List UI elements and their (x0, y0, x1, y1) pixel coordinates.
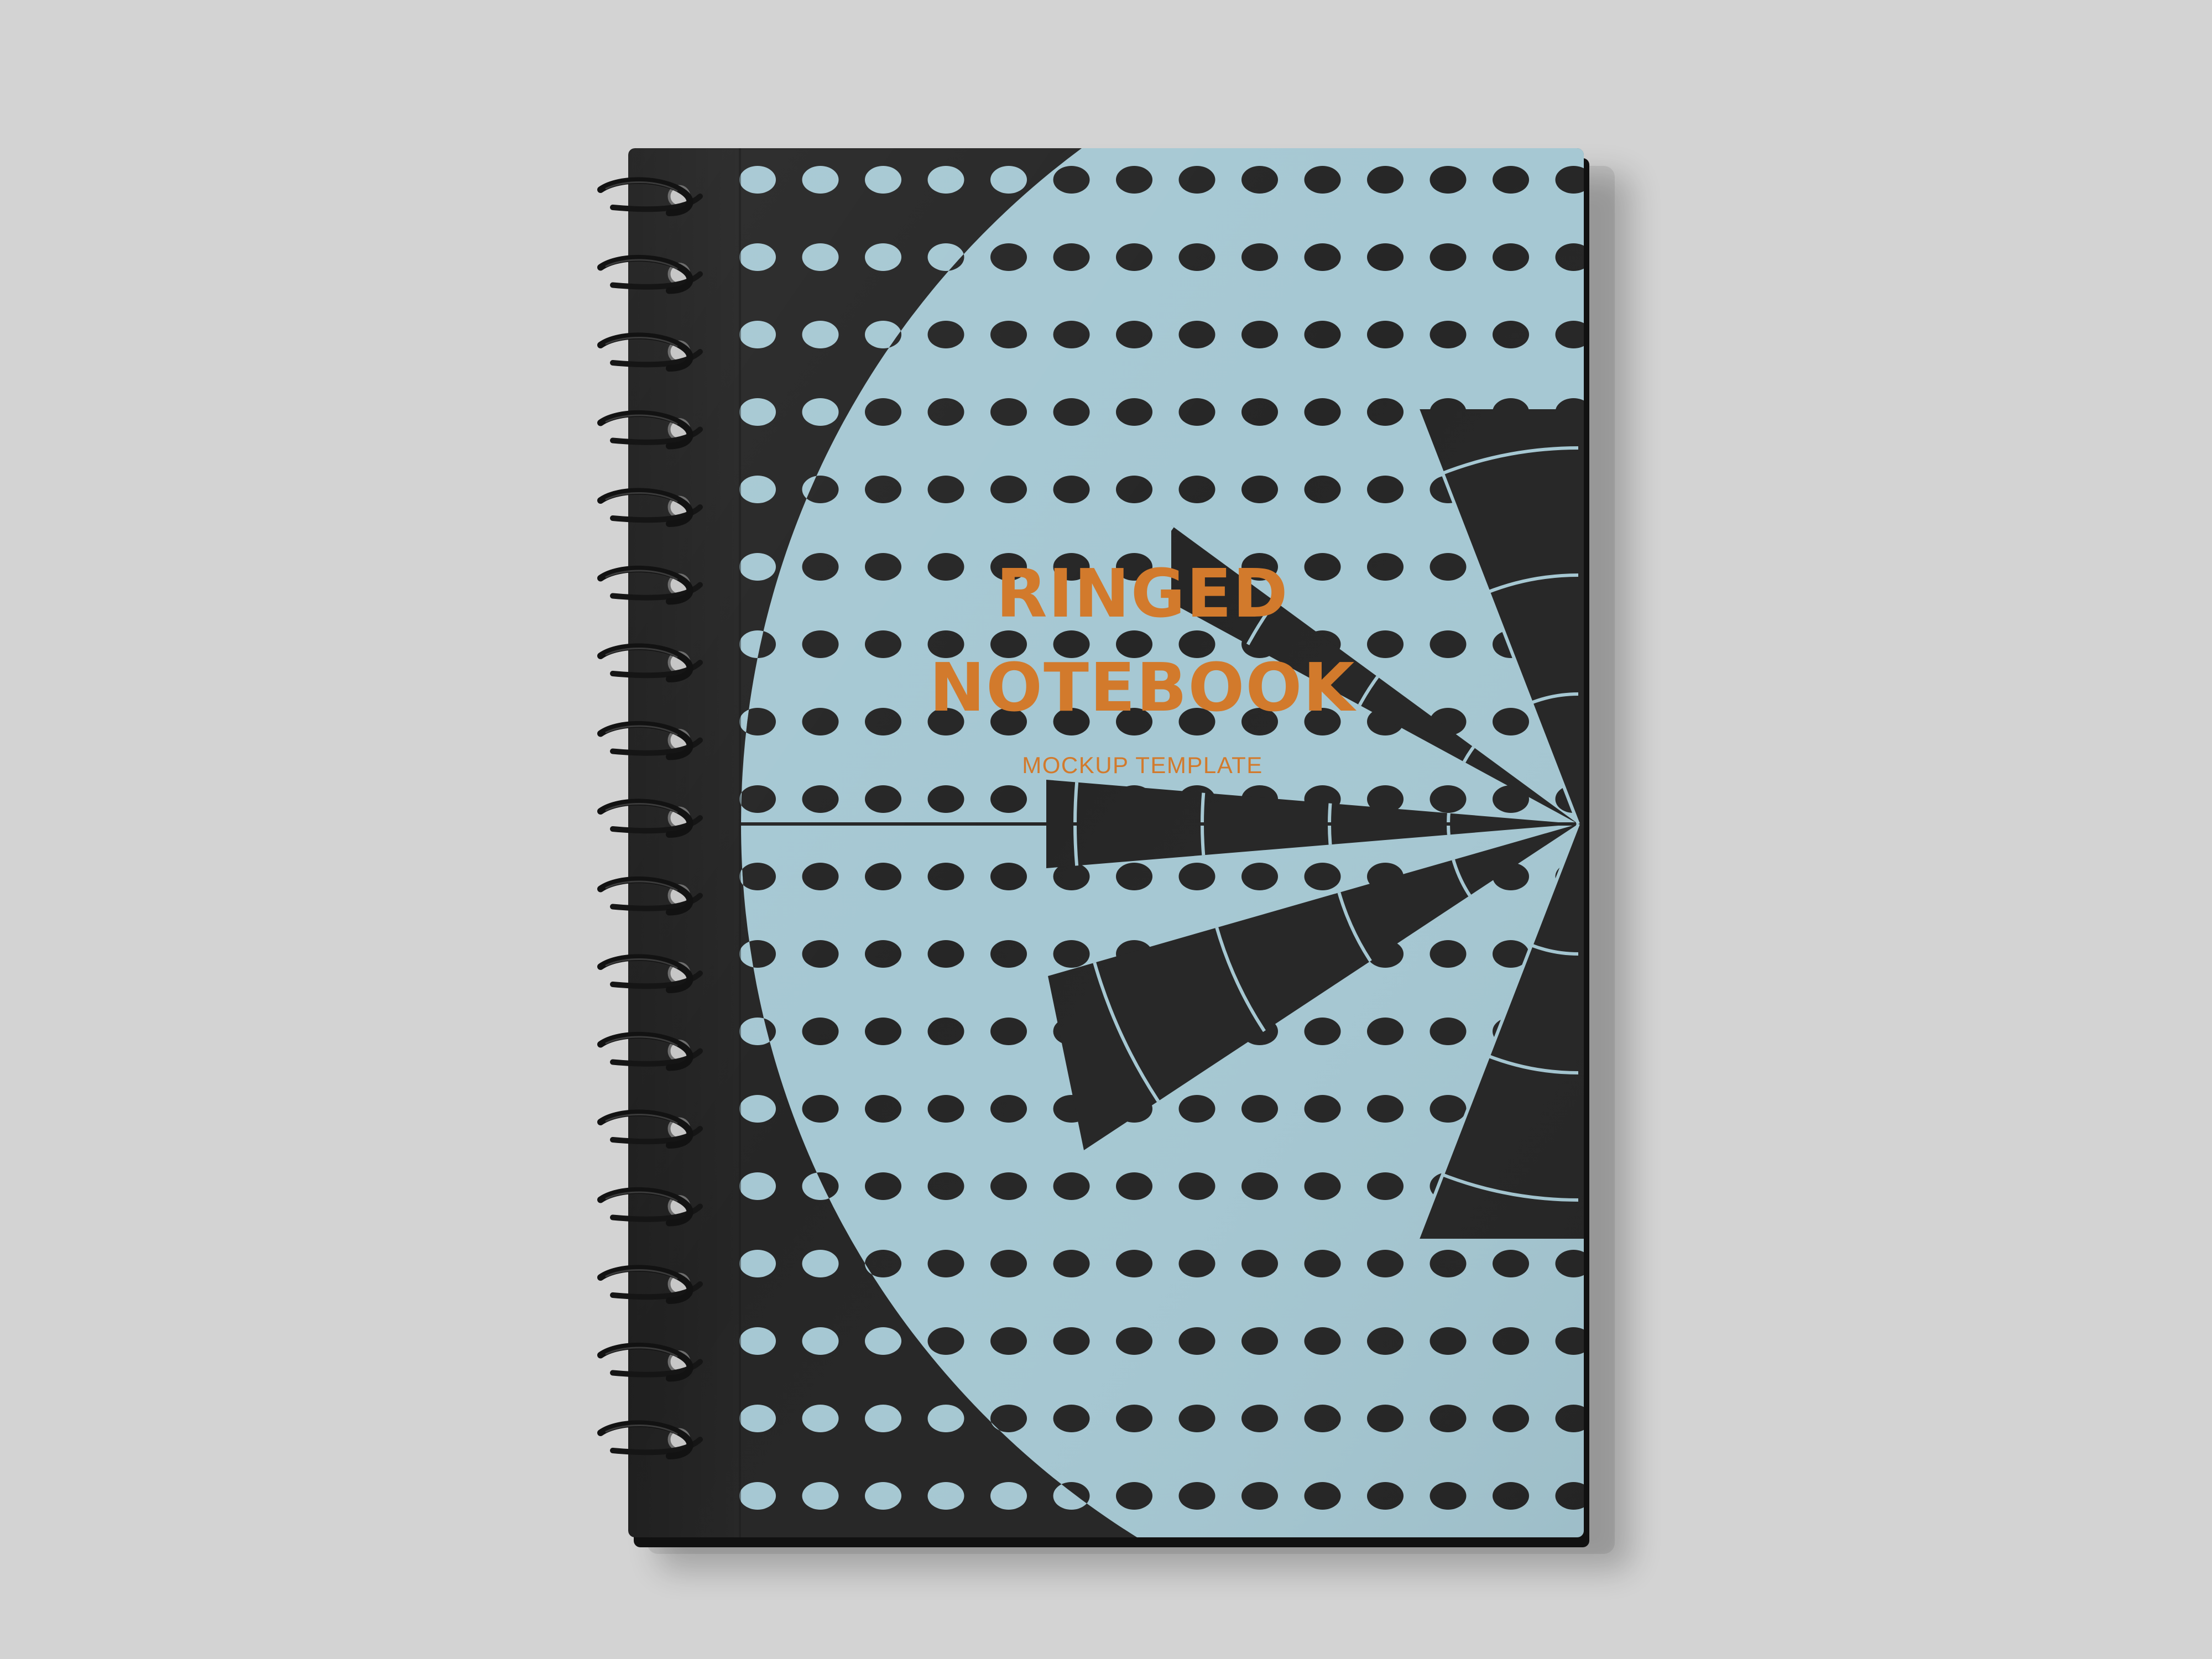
cover-title-line-1: RINGED (996, 556, 1289, 633)
cover-subtitle: MOCKUP TEMPLATE (1022, 752, 1263, 778)
cover-sheen (628, 148, 1584, 1537)
cover-title-line-2: NOTEBOOK (930, 650, 1357, 727)
scene: RINGED NOTEBOOK MOCKUP TEMPLATE (0, 0, 2212, 1659)
